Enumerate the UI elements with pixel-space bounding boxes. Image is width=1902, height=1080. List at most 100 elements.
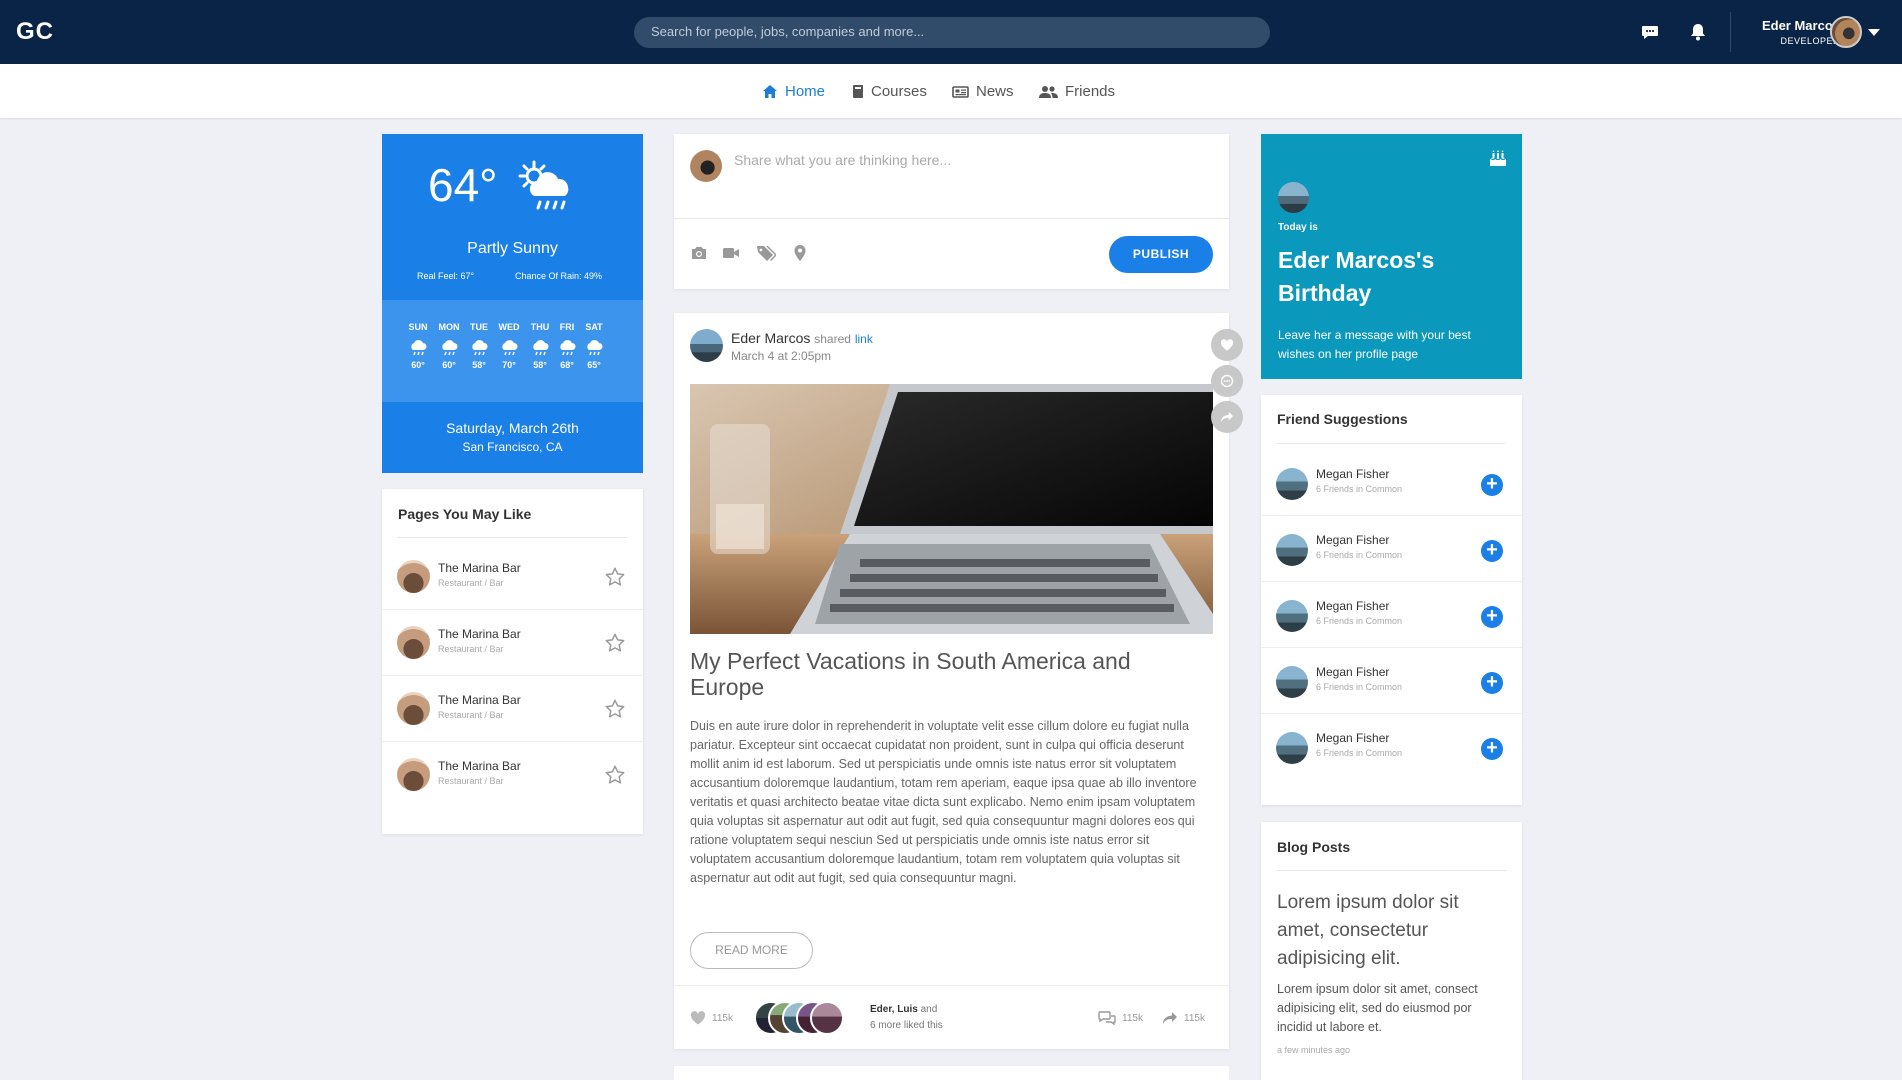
share-input[interactable]: Share what you are thinking here... xyxy=(734,152,951,168)
author-name[interactable]: Eder Marcos xyxy=(731,330,810,346)
rain-cloud-icon xyxy=(560,340,576,356)
nav-home[interactable]: Home xyxy=(762,83,825,100)
weather-chance-rain: Chance Of Rain: 49% xyxy=(515,271,603,281)
avatar[interactable] xyxy=(1278,182,1309,213)
birthday-message: Leave her a message with your best wishe… xyxy=(1278,328,1471,361)
like-count[interactable]: 115k xyxy=(690,1011,733,1025)
rain-cloud-icon xyxy=(502,340,518,356)
share-action[interactable] xyxy=(1211,401,1243,433)
page-name[interactable]: The Marina Bar xyxy=(438,759,521,773)
list-item: Megan Fisher 6 Friends in Common + xyxy=(1261,714,1522,780)
liked-more[interactable]: 6 more liked this xyxy=(870,1020,943,1031)
add-friend-button[interactable]: + xyxy=(1481,738,1503,760)
post-image[interactable] xyxy=(690,384,1213,634)
chevron-down-icon[interactable] xyxy=(1868,29,1880,36)
friend-name[interactable]: Megan Fisher xyxy=(1316,467,1389,481)
user-avatar[interactable] xyxy=(1830,16,1862,48)
chat-icon[interactable] xyxy=(1640,22,1660,42)
avatar[interactable] xyxy=(1276,732,1308,764)
blog-heading[interactable]: Lorem ipsum dolor sit amet, consectetur … xyxy=(1277,889,1502,973)
tags-icon[interactable] xyxy=(756,244,776,262)
friend-mutual: 6 Friends in Common xyxy=(1316,616,1403,626)
user-name[interactable]: Eder Marcos xyxy=(1746,18,1840,33)
friend-name[interactable]: Megan Fisher xyxy=(1316,599,1389,613)
friend-name[interactable]: Megan Fisher xyxy=(1316,665,1389,679)
nav-friends[interactable]: Friends xyxy=(1039,83,1115,100)
bell-icon[interactable] xyxy=(1688,22,1708,42)
book-icon xyxy=(853,85,863,98)
friend-name[interactable]: Megan Fisher xyxy=(1316,731,1389,745)
avatar xyxy=(397,692,430,725)
camera-icon[interactable] xyxy=(690,244,708,262)
video-icon[interactable] xyxy=(722,244,740,262)
search-input[interactable]: Search for people, jobs, companies and m… xyxy=(634,17,1270,48)
star-icon[interactable] xyxy=(604,632,626,654)
star-icon[interactable] xyxy=(604,566,626,588)
liked-names[interactable]: Eder, Luis xyxy=(870,1004,918,1015)
list-item: Megan Fisher 6 Friends in Common + xyxy=(1261,582,1522,648)
list-item[interactable]: The Marina Bar Restaurant / Bar xyxy=(382,676,643,742)
home-icon xyxy=(763,85,777,98)
forecast-day: MON 60° xyxy=(438,322,460,370)
page-name[interactable]: The Marina Bar xyxy=(438,693,521,707)
page-category: Restaurant / Bar xyxy=(438,776,504,786)
star-icon[interactable] xyxy=(604,698,626,720)
birthday-name[interactable]: Eder Marcos's Birthday xyxy=(1278,244,1498,310)
avatar[interactable] xyxy=(810,1001,844,1035)
share-count[interactable]: 115k xyxy=(1162,1011,1205,1025)
forecast-day: SAT 65° xyxy=(585,322,603,370)
list-item[interactable]: The Marina Bar Restaurant / Bar xyxy=(382,544,643,610)
avatar[interactable] xyxy=(1276,534,1308,566)
next-post-card xyxy=(674,1066,1229,1080)
rain-cloud-icon xyxy=(472,340,488,356)
nav-news-label: News xyxy=(976,83,1014,100)
post-title[interactable]: My Perfect Vacations in South America an… xyxy=(690,648,1210,700)
map-marker-icon[interactable] xyxy=(791,244,809,262)
comment-count[interactable]: 115k xyxy=(1098,1011,1143,1025)
publish-button[interactable]: PUBLISH xyxy=(1109,236,1213,273)
liked-and: and xyxy=(920,1004,938,1015)
logo[interactable]: GC xyxy=(16,18,54,46)
friend-name[interactable]: Megan Fisher xyxy=(1316,533,1389,547)
forecast-day: WED 70° xyxy=(498,322,520,370)
friend-mutual: 6 Friends in Common xyxy=(1316,550,1403,560)
partly-cloudy-rain-icon xyxy=(518,160,569,210)
pages-you-may-like: Pages You May Like The Marina Bar Restaur… xyxy=(382,489,643,834)
shared-label: shared xyxy=(814,332,851,346)
avatar[interactable] xyxy=(1276,600,1308,632)
avatar[interactable] xyxy=(690,329,723,362)
nav-courses-label: Courses xyxy=(871,83,927,100)
add-friend-button[interactable]: + xyxy=(1481,672,1503,694)
list-item: Megan Fisher 6 Friends in Common + xyxy=(1261,516,1522,582)
share-icon xyxy=(1221,411,1233,423)
users-icon xyxy=(1039,85,1058,98)
avatar[interactable] xyxy=(1276,666,1308,698)
birthday-cake-icon xyxy=(1489,150,1507,166)
nav-home-label: Home xyxy=(785,83,826,100)
divider xyxy=(1277,870,1506,871)
section-title: Blog Posts xyxy=(1277,839,1351,855)
page-name[interactable]: The Marina Bar xyxy=(438,561,521,575)
weather-date: Saturday, March 26th xyxy=(446,420,579,436)
rain-cloud-icon xyxy=(587,340,603,356)
list-item[interactable]: The Marina Bar Restaurant / Bar xyxy=(382,742,643,808)
comment-action[interactable] xyxy=(1211,365,1243,397)
comment-count-value: 115k xyxy=(1122,1012,1143,1024)
add-friend-button[interactable]: + xyxy=(1481,606,1503,628)
avatar[interactable] xyxy=(1276,468,1308,500)
add-friend-button[interactable]: + xyxy=(1481,540,1503,562)
nav-news[interactable]: News xyxy=(952,83,1014,100)
star-icon[interactable] xyxy=(604,764,626,786)
friend-suggestions: Friend Suggestions Megan Fisher 6 Friends… xyxy=(1261,395,1522,805)
like-action[interactable] xyxy=(1211,329,1243,361)
divider xyxy=(674,218,1229,219)
forecast-day: SUN 60° xyxy=(408,322,428,370)
nav-courses[interactable]: Courses xyxy=(852,83,927,100)
page-name[interactable]: The Marina Bar xyxy=(438,627,521,641)
add-friend-button[interactable]: + xyxy=(1481,474,1503,496)
list-item[interactable]: The Marina Bar Restaurant / Bar xyxy=(382,610,643,676)
shared-link[interactable]: link xyxy=(855,332,873,346)
read-more-button[interactable]: READ MORE xyxy=(690,932,813,969)
list-item: Megan Fisher 6 Friends in Common + xyxy=(1261,648,1522,714)
weather-real-feel: Real Feel: 67° xyxy=(417,271,475,281)
